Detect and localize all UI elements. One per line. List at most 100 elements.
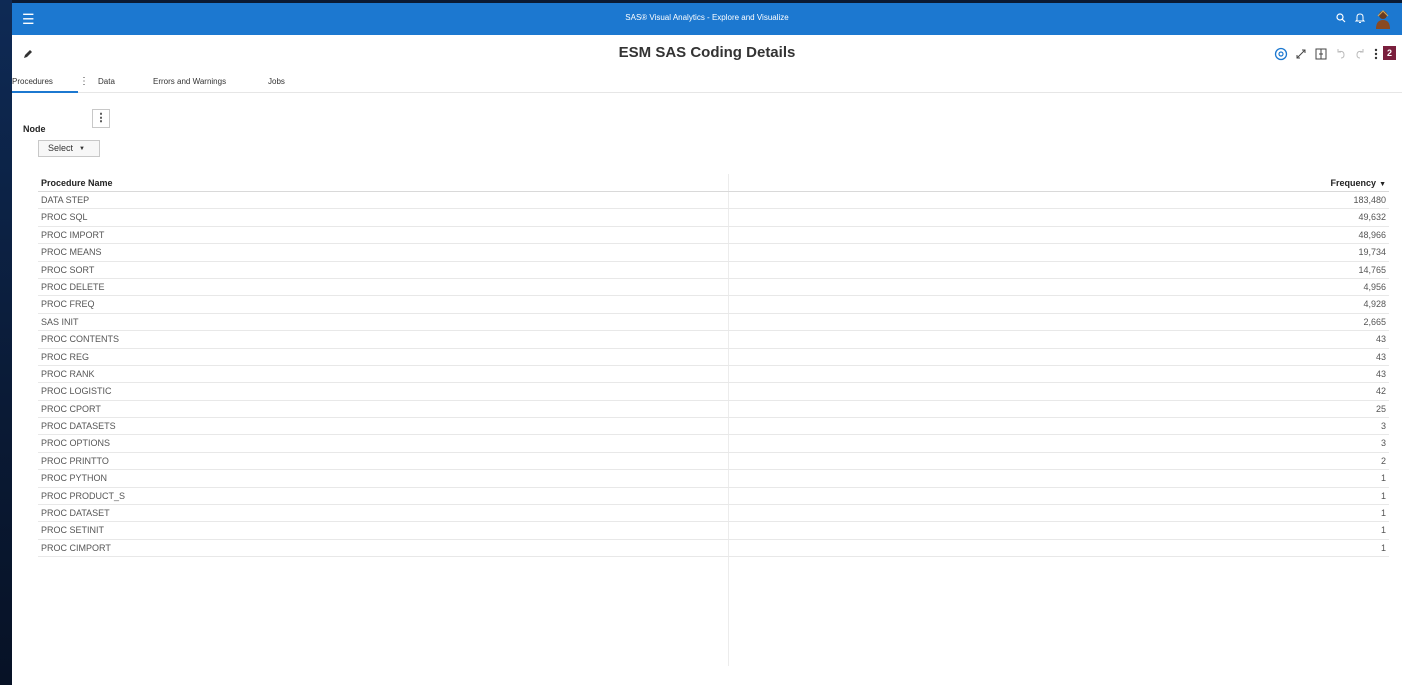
tab-menu-icon[interactable]: ⋮: [79, 71, 89, 93]
frequency-cell: 43: [1375, 334, 1386, 345]
frequency-cell: 48,966: [1358, 229, 1386, 240]
report-canvas: ⋮ Node Select ▼ Procedure Name Frequency ▼…: [12, 94, 1402, 685]
report-page: ⋮ Node Select ▼ Procedure Name Frequency ▼…: [12, 94, 1402, 685]
frequency-cell: 43: [1375, 351, 1386, 362]
report-title: ESM SAS Coding Details: [618, 44, 796, 61]
table-row[interactable]: PROC LOGISTIC 42: [38, 383, 1389, 401]
table-row[interactable]: PROC CONTENTS 43: [38, 331, 1389, 349]
frequency-cell: 2,665: [1363, 316, 1386, 327]
frequency-cell: 14,765: [1358, 264, 1386, 275]
frequency-cell: 42: [1375, 386, 1386, 397]
procedure-name-cell: PROC SQL: [41, 212, 88, 223]
table-row[interactable]: PROC DELETE 4,956: [38, 279, 1389, 297]
expand-icon[interactable]: [1294, 47, 1308, 61]
procedure-name-cell: PROC PRINTTO: [41, 455, 109, 466]
table-row[interactable]: PROC OPTIONS 3: [38, 435, 1389, 453]
procedure-name-cell: PROC CONTENTS: [41, 334, 120, 345]
page-tabs: Procedures ⋮ Data Errors and Warnings Jo…: [12, 71, 1402, 93]
frequency-cell: 43: [1375, 368, 1386, 379]
column-header-procedure-name[interactable]: Procedure Name: [41, 178, 113, 188]
procedure-name-cell: PROC DATASET: [41, 508, 110, 519]
table-row[interactable]: SAS INIT 2,665: [38, 314, 1389, 332]
help-icon[interactable]: [1274, 47, 1288, 61]
table-row[interactable]: DATA STEP 183,480: [38, 192, 1389, 210]
frequency-cell: 25: [1375, 403, 1386, 414]
table-header: Procedure Name Frequency ▼: [38, 175, 1389, 192]
procedure-name-cell: PROC RANK: [41, 368, 95, 379]
frequency-cell: 1: [1380, 508, 1386, 519]
frequency-cell: 1: [1380, 542, 1386, 553]
column-header-frequency[interactable]: Frequency ▼: [1331, 178, 1386, 188]
tab-jobs[interactable]: Jobs: [268, 71, 285, 93]
frequency-cell: 1: [1380, 490, 1386, 501]
frequency-cell: 49,632: [1358, 212, 1386, 223]
table-row[interactable]: PROC SQL 49,632: [38, 209, 1389, 227]
sort-descending-icon: ▼: [1379, 181, 1386, 188]
search-icon[interactable]: [1335, 12, 1347, 24]
procedure-name-cell: PROC OPTIONS: [41, 438, 111, 449]
procedure-name-cell: PROC DELETE: [41, 281, 105, 292]
avatar[interactable]: [1374, 9, 1392, 29]
notification-badge[interactable]: 2: [1383, 46, 1396, 60]
table-body: DATA STEP 183,480 PROC SQL 49,632 PROC IMPOR…: [38, 192, 1389, 558]
table-row[interactable]: PROC RANK 43: [38, 366, 1389, 384]
procedure-table: Procedure Name Frequency ▼ DATA STEP 183,4…: [38, 175, 1389, 558]
procedure-name-cell: DATA STEP: [41, 195, 90, 205]
frequency-cell: 4,928: [1363, 299, 1386, 310]
table-row[interactable]: PROC CPORT 25: [38, 401, 1389, 419]
frequency-cell: 1: [1380, 473, 1386, 484]
procedure-name-cell: PROC MEANS: [41, 247, 102, 258]
table-row[interactable]: PROC SETINIT 1: [38, 522, 1389, 540]
tab-procedures[interactable]: Procedures: [12, 71, 78, 93]
frequency-cell: 4,956: [1363, 281, 1386, 292]
procedure-name-cell: PROC IMPORT: [41, 229, 105, 240]
frequency-cell: 2: [1380, 455, 1386, 466]
table-row[interactable]: PROC FREQ 4,928: [38, 296, 1389, 314]
procedure-name-cell: PROC LOGISTIC: [41, 386, 112, 397]
table-row[interactable]: PROC DATASETS 3: [38, 418, 1389, 436]
table-row[interactable]: PROC DATASET 1: [38, 505, 1389, 523]
table-row[interactable]: PROC CIMPORT 1: [38, 540, 1389, 558]
table-row[interactable]: PROC REG 43: [38, 349, 1389, 366]
node-select-dropdown[interactable]: Select ▼: [38, 140, 100, 157]
procedure-name-cell: PROC CIMPORT: [41, 542, 111, 553]
table-row[interactable]: PROC SORT 14,765: [38, 262, 1389, 279]
more-vertical-icon[interactable]: [1369, 47, 1383, 61]
procedure-name-cell: PROC SORT: [41, 264, 95, 275]
procedure-name-cell: SAS INIT: [41, 316, 79, 327]
app-window: ☰ SAS® Visual Analytics - Explore and Vi…: [12, 3, 1402, 685]
chevron-down-icon: ▼: [79, 146, 85, 152]
procedure-name-cell: PROC FREQ: [41, 299, 95, 310]
table-row[interactable]: PROC PRINTTO 2: [38, 453, 1389, 471]
procedure-name-cell: PROC DATASETS: [41, 421, 116, 432]
app-header: ☰ SAS® Visual Analytics - Explore and Vi…: [12, 3, 1402, 35]
bell-icon[interactable]: [1354, 12, 1366, 24]
tab-errors-and-warnings[interactable]: Errors and Warnings: [153, 71, 226, 93]
desktop-background: [0, 0, 12, 685]
frequency-cell: 183,480: [1353, 195, 1386, 205]
frequency-cell: 3: [1380, 438, 1386, 449]
layout-icon[interactable]: [1314, 47, 1328, 61]
undo-icon[interactable]: [1334, 47, 1348, 61]
frequency-cell: 19,734: [1358, 247, 1386, 258]
report-toolbar: ESM SAS Coding Details 2: [12, 35, 1402, 71]
node-select-value: Select: [48, 143, 74, 153]
procedure-name-cell: PROC SETINIT: [41, 525, 105, 536]
table-row[interactable]: PROC PRODUCT_S 1: [38, 488, 1389, 506]
table-row[interactable]: PROC PYTHON 1: [38, 470, 1389, 488]
screen: ☰ SAS® Visual Analytics - Explore and Vi…: [0, 0, 1402, 685]
frequency-cell: 1: [1380, 525, 1386, 536]
control-more-icon[interactable]: ⋮: [92, 109, 110, 128]
procedure-name-cell: PROC PRODUCT_S: [41, 490, 126, 501]
redo-icon[interactable]: [1353, 47, 1367, 61]
procedure-name-cell: PROC PYTHON: [41, 473, 108, 484]
node-filter-label: Node: [23, 124, 46, 134]
tab-data[interactable]: Data: [98, 71, 115, 93]
frequency-cell: 3: [1380, 421, 1386, 432]
procedure-name-cell: PROC CPORT: [41, 403, 101, 414]
procedure-name-cell: PROC REG: [41, 351, 90, 362]
table-row[interactable]: PROC IMPORT 48,966: [38, 227, 1389, 245]
table-row[interactable]: PROC MEANS 19,734: [38, 244, 1389, 262]
app-title: SAS® Visual Analytics - Explore and Visu…: [625, 13, 789, 22]
column-header-frequency-label: Frequency: [1330, 178, 1377, 188]
